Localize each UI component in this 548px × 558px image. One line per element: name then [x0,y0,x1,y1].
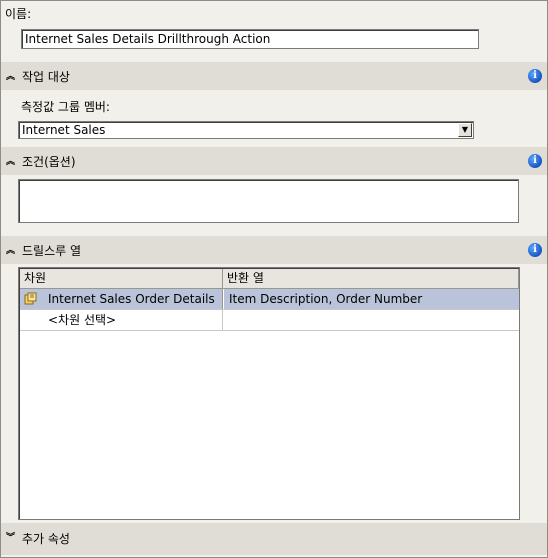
expand-chevron-icon[interactable]: ︾ [6,533,16,543]
info-icon[interactable]: i [528,154,542,168]
dropdown-arrow-icon[interactable]: ▼ [458,123,472,137]
measure-group-label: 측정값 그룹 멤버: [21,100,110,114]
dimension-cell[interactable]: <차원 선택> [20,310,223,330]
name-label: 이름: [5,7,32,21]
condition-section-header[interactable]: ︽ 조건(옵션) i [1,147,547,175]
info-icon[interactable]: i [528,243,542,257]
return-columns-cell[interactable] [224,310,519,330]
target-section-header[interactable]: ︽ 작업 대상 i [1,62,547,90]
extra-section-title: 추가 속성 [22,532,70,546]
collapse-chevron-icon[interactable]: ︽ [6,246,16,256]
measure-group-value: Internet Sales [22,123,106,137]
extra-section-header[interactable]: ︾ 추가 속성 [1,523,547,555]
collapse-chevron-icon[interactable]: ︽ [6,157,16,167]
target-section-title: 작업 대상 [22,70,70,84]
condition-textarea[interactable] [18,179,519,223]
dimension-placeholder: <차원 선택> [48,313,117,327]
info-icon[interactable]: i [528,69,542,83]
table-row[interactable]: <차원 선택> [20,310,519,331]
drillthrough-section-header[interactable]: ︽ 드릴스루 열 i [1,236,547,264]
collapse-chevron-icon[interactable]: ︽ [6,72,16,82]
measure-group-select[interactable]: Internet Sales ▼ [18,121,474,139]
return-columns-cell[interactable]: Item Description, Order Number [224,289,519,309]
drillthrough-grid[interactable]: 차원 반환 열 Internet Sales Order Details Ite… [18,267,520,520]
name-input[interactable]: Internet Sales Details Drillthrough Acti… [21,29,479,49]
dimension-name: Internet Sales Order Details [48,292,215,306]
condition-section-title: 조건(옵션) [22,155,76,169]
column-header-return-columns[interactable]: 반환 열 [223,269,519,289]
dimension-icon [24,292,37,305]
table-row[interactable]: Internet Sales Order Details Item Descri… [20,289,519,310]
column-header-dimension[interactable]: 차원 [20,269,223,289]
drillthrough-section-title: 드릴스루 열 [22,244,82,258]
dimension-cell[interactable]: Internet Sales Order Details [20,289,223,309]
